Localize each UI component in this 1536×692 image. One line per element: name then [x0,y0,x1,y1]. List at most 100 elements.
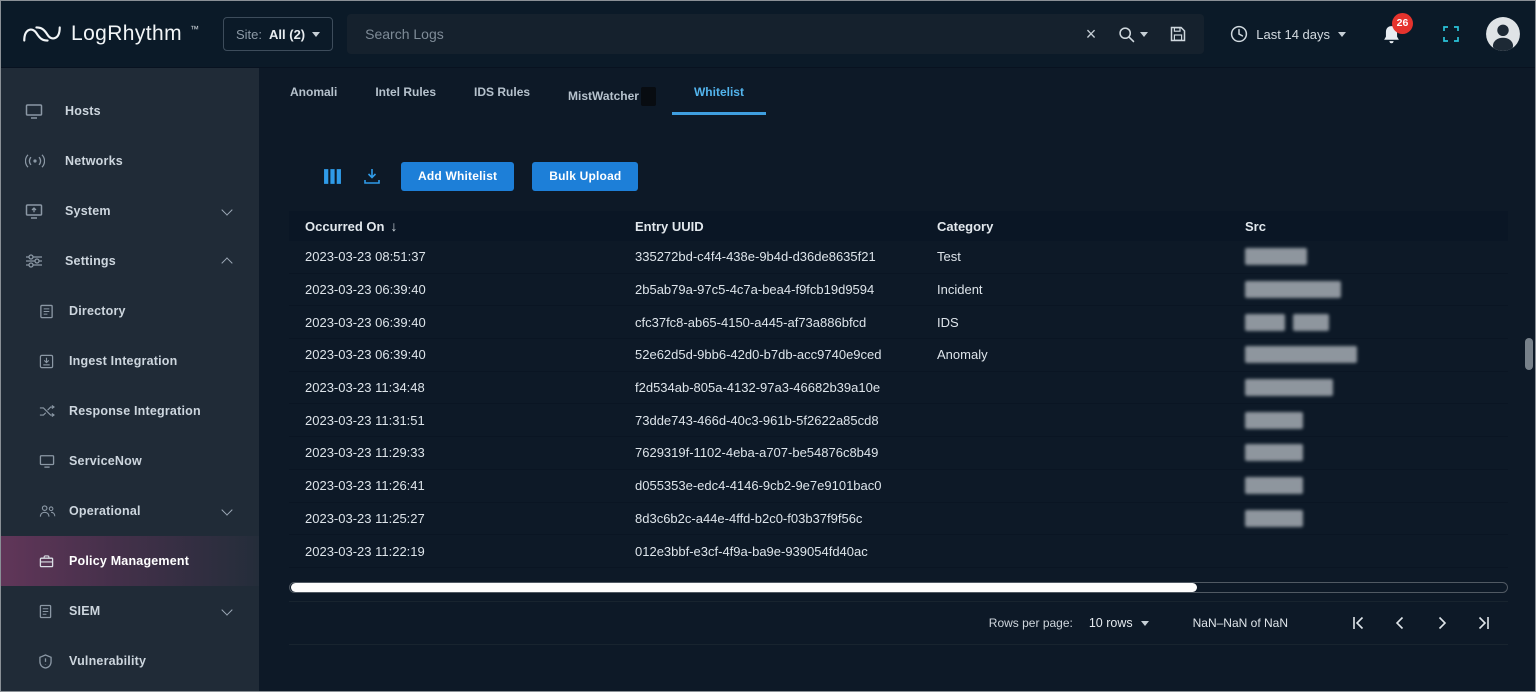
table-row[interactable]: 2023-03-23 06:39:40 2b5ab79a-97c5-4c7a-b… [289,274,1508,307]
search-input[interactable] [365,26,1086,42]
table-row[interactable]: 2023-03-23 08:51:37 335272bd-c4f4-438e-9… [289,241,1508,274]
sidebar-item-vulnerability[interactable]: Vulnerability [1,636,259,686]
cell-entry-uuid: 012e3bbf-e3cf-4f9a-ba9e-939054fd40ac [635,544,937,559]
people-icon [39,504,57,518]
user-menu-button[interactable] [1485,16,1521,52]
column-header-occurred-on[interactable]: Occurred On ↓ [289,218,635,234]
redacted-src-value [1245,379,1333,396]
add-whitelist-button[interactable]: Add Whitelist [401,162,514,191]
first-page-button[interactable] [1346,615,1370,631]
cell-occurred-on: 2023-03-23 06:39:40 [289,315,635,330]
sidebar-item-label: Policy Management [69,554,189,568]
cell-occurred-on: 2023-03-23 11:31:51 [289,413,635,428]
sidebar-item-label: Directory [69,304,126,318]
cell-src [1245,314,1508,331]
table-toolbar: Add Whitelist Bulk Upload [323,160,638,192]
table-row[interactable]: 2023-03-23 11:26:41 d055353e-edc4-4146-9… [289,470,1508,503]
time-range-value: Last 14 days [1256,27,1330,42]
redacted-area [641,87,656,106]
sidebar-item-operational[interactable]: Operational [1,486,259,536]
table-row[interactable]: 2023-03-23 11:29:33 7629319f-1102-4eba-a… [289,437,1508,470]
sidebar-item-siem[interactable]: SIEM [1,586,259,636]
shuffle-icon [39,405,57,418]
sidebar-item-hosts[interactable]: Hosts [1,86,259,136]
cell-occurred-on: 2023-03-23 11:29:33 [289,445,635,460]
bulk-upload-button[interactable]: Bulk Upload [532,162,638,191]
sidebar-item-label: SIEM [69,604,100,618]
cell-src [1245,444,1508,461]
cell-entry-uuid: 52e62d5d-9bb6-42d0-b7db-acc9740e9ced [635,347,937,362]
shield-icon [39,654,57,669]
table-row[interactable]: 2023-03-23 11:22:19 012e3bbf-e3cf-4f9a-b… [289,535,1508,568]
column-header-entry-uuid[interactable]: Entry UUID [635,219,937,234]
notification-count-badge: 26 [1392,13,1413,34]
cell-src [1245,379,1508,396]
chevron-down-icon [1338,32,1346,37]
topbar: LogRhythm ™ Site: All (2) × [1,1,1535,68]
tab-intel-rules[interactable]: Intel Rules [375,85,436,115]
sidebar-item-policy-management[interactable]: Policy Management [1,536,259,586]
sidebar-item-servicenow[interactable]: ServiceNow [1,436,259,486]
chevron-down-icon [221,504,232,515]
vertical-scrollbar-thumb[interactable] [1525,338,1533,370]
save-search-icon[interactable] [1170,26,1186,42]
tab-bar: Anomali Intel Rules IDS Rules MistWatche… [290,85,744,122]
monitor-icon [39,454,57,468]
table-row[interactable]: 2023-03-23 06:39:40 52e62d5d-9bb6-42d0-b… [289,339,1508,372]
table-row[interactable]: 2023-03-23 11:25:27 8d3c6b2c-a44e-4ffd-b… [289,503,1508,536]
cell-occurred-on: 2023-03-23 11:22:19 [289,544,635,559]
horizontal-scrollbar-thumb[interactable] [291,583,1197,592]
sidebar-item-ingest-integration[interactable]: Ingest Integration [1,336,259,386]
search-icon [1118,26,1135,43]
columns-icon[interactable] [323,168,342,185]
rows-per-page-label: Rows per page: [989,616,1073,630]
column-header-src[interactable]: Src [1245,219,1508,234]
sidebar-item-settings[interactable]: Settings [1,236,259,286]
sort-desc-icon: ↓ [390,218,397,234]
chevron-down-icon [221,204,232,215]
time-range-dropdown[interactable]: Last 14 days [1230,25,1346,43]
sidebar-item-networks[interactable]: Networks [1,136,259,186]
cell-src [1245,248,1508,265]
tab-ids-rules[interactable]: IDS Rules [474,85,530,115]
sidebar-item-response-integration[interactable]: Response Integration [1,386,259,436]
sidebar-item-label: Vulnerability [69,654,146,668]
cell-src [1245,346,1508,363]
pagination-footer: Rows per page: 10 rows NaN–NaN of NaN [289,601,1508,645]
tab-label: IDS Rules [474,85,530,99]
logrhythm-logo-icon [21,20,63,48]
cell-occurred-on: 2023-03-23 08:51:37 [289,249,635,264]
previous-page-button[interactable] [1388,615,1412,631]
fullscreen-button[interactable] [1443,26,1459,42]
table-row[interactable]: 2023-03-23 11:34:48 f2d534ab-805a-4132-9… [289,372,1508,405]
avatar [1485,16,1521,52]
tab-mistwatcher[interactable]: MistWatcher [568,85,656,122]
main-content: Anomali Intel Rules IDS Rules MistWatche… [259,68,1535,691]
pagination-controls [1328,615,1496,631]
sidebar-item-system[interactable]: System [1,186,259,236]
search-options-dropdown[interactable] [1118,26,1148,43]
table-row[interactable]: 2023-03-23 11:31:51 73dde743-466d-40c3-9… [289,404,1508,437]
cell-entry-uuid: d055353e-edc4-4146-9cb2-9e7e9101bac0 [635,478,937,493]
rows-per-page-dropdown[interactable]: 10 rows [1089,616,1149,630]
download-icon[interactable] [363,168,381,184]
rows-per-page-value: 10 rows [1089,616,1133,630]
sidebar-item-label: Hosts [65,104,101,118]
notifications-button[interactable]: 26 [1382,24,1401,45]
table-row[interactable]: 2023-03-23 06:39:40 cfc37fc8-ab65-4150-a… [289,306,1508,339]
site-dropdown[interactable]: Site: All (2) [223,17,333,51]
next-page-button[interactable] [1430,615,1454,631]
column-header-category[interactable]: Category [937,219,1245,234]
cell-src [1245,412,1508,429]
last-page-button[interactable] [1472,615,1496,631]
tab-whitelist[interactable]: Whitelist [694,85,744,115]
sidebar-item-directory[interactable]: Directory [1,286,259,336]
brand: LogRhythm ™ [21,20,199,48]
sliders-icon [25,253,51,269]
clear-search-icon[interactable]: × [1086,25,1097,43]
horizontal-scrollbar-track[interactable] [289,582,1508,593]
tab-anomali[interactable]: Anomali [290,85,337,115]
redacted-src-value [1293,314,1329,331]
cell-entry-uuid: 335272bd-c4f4-438e-9b4d-d36de8635f21 [635,249,937,264]
cell-category: Incident [937,282,1245,297]
